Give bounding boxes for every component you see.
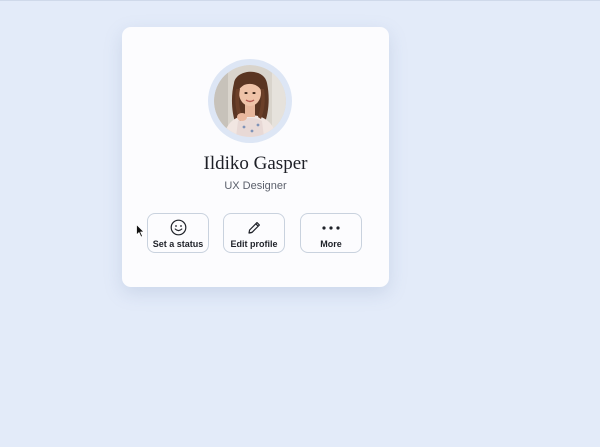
mouse-cursor-icon [136,224,145,238]
profile-card: Ildiko Gasper UX Designer Set a status E… [122,27,389,287]
profile-name: Ildiko Gasper [203,153,308,174]
edit-profile-button[interactable]: Edit profile [223,213,285,253]
profile-role: UX Designer [224,180,287,192]
more-label: More [320,239,342,249]
set-status-button[interactable]: Set a status [147,213,209,253]
set-status-label: Set a status [152,239,204,249]
smiley-icon [148,219,208,236]
avatar-ring [208,59,292,143]
edit-profile-label: Edit profile [230,239,278,249]
avatar [214,65,286,137]
more-button[interactable]: More [300,213,362,253]
pencil-icon [224,219,284,236]
more-dots-icon [301,219,361,236]
